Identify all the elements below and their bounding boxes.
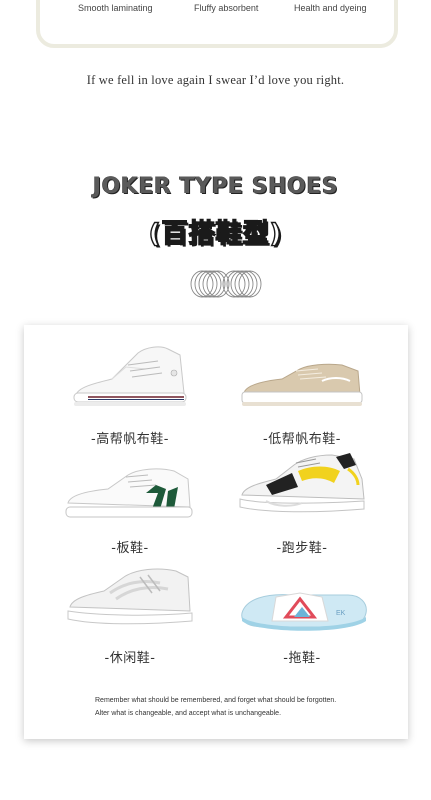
svg-text:EK: EK <box>336 610 346 617</box>
label-skate-shoe: -板鞋- <box>111 541 149 556</box>
label-low-top-canvas: -低帮帆布鞋- <box>263 432 341 447</box>
section-subtitle: (百搭鞋型) <box>148 218 283 249</box>
love-quote: If we fell in love again I swear I’d lov… <box>86 73 345 87</box>
skate-shoe-icon <box>65 468 193 518</box>
shoe-types-card: EK -高帮帆布鞋- -低帮帆布鞋- -板鞋- -跑步鞋- -休闲鞋- -拖鞋-… <box>24 325 408 739</box>
label-high-top-canvas: -高帮帆布鞋- <box>91 432 169 447</box>
rings-decoration-icon <box>190 270 262 298</box>
low-top-canvas-shoe-icon <box>241 363 363 406</box>
features-card: Smooth laminating Fluffy absorbent Healt… <box>36 0 398 48</box>
casual-shoe-icon <box>67 568 193 625</box>
feature-fluffy-absorbent: Fluffy absorbent <box>194 3 259 13</box>
label-slipper: -拖鞋- <box>283 651 321 666</box>
slipper-icon: EK <box>241 592 367 631</box>
feature-health-dyeing: Health and dyeing <box>294 3 367 13</box>
feature-smooth-laminating: Smooth laminating <box>78 3 153 13</box>
running-shoe-icon <box>239 453 365 513</box>
label-running-shoe: -跑步鞋- <box>276 541 328 556</box>
footer-line-2: Alter what is changeable, and accept wha… <box>95 710 282 717</box>
label-casual-shoe: -休闲鞋- <box>104 651 156 666</box>
section-title: JOKER TYPE SHOES <box>92 174 339 199</box>
footer-line-1: Remember what should be remembered, and … <box>95 697 337 704</box>
high-top-canvas-shoe-icon <box>73 346 187 406</box>
